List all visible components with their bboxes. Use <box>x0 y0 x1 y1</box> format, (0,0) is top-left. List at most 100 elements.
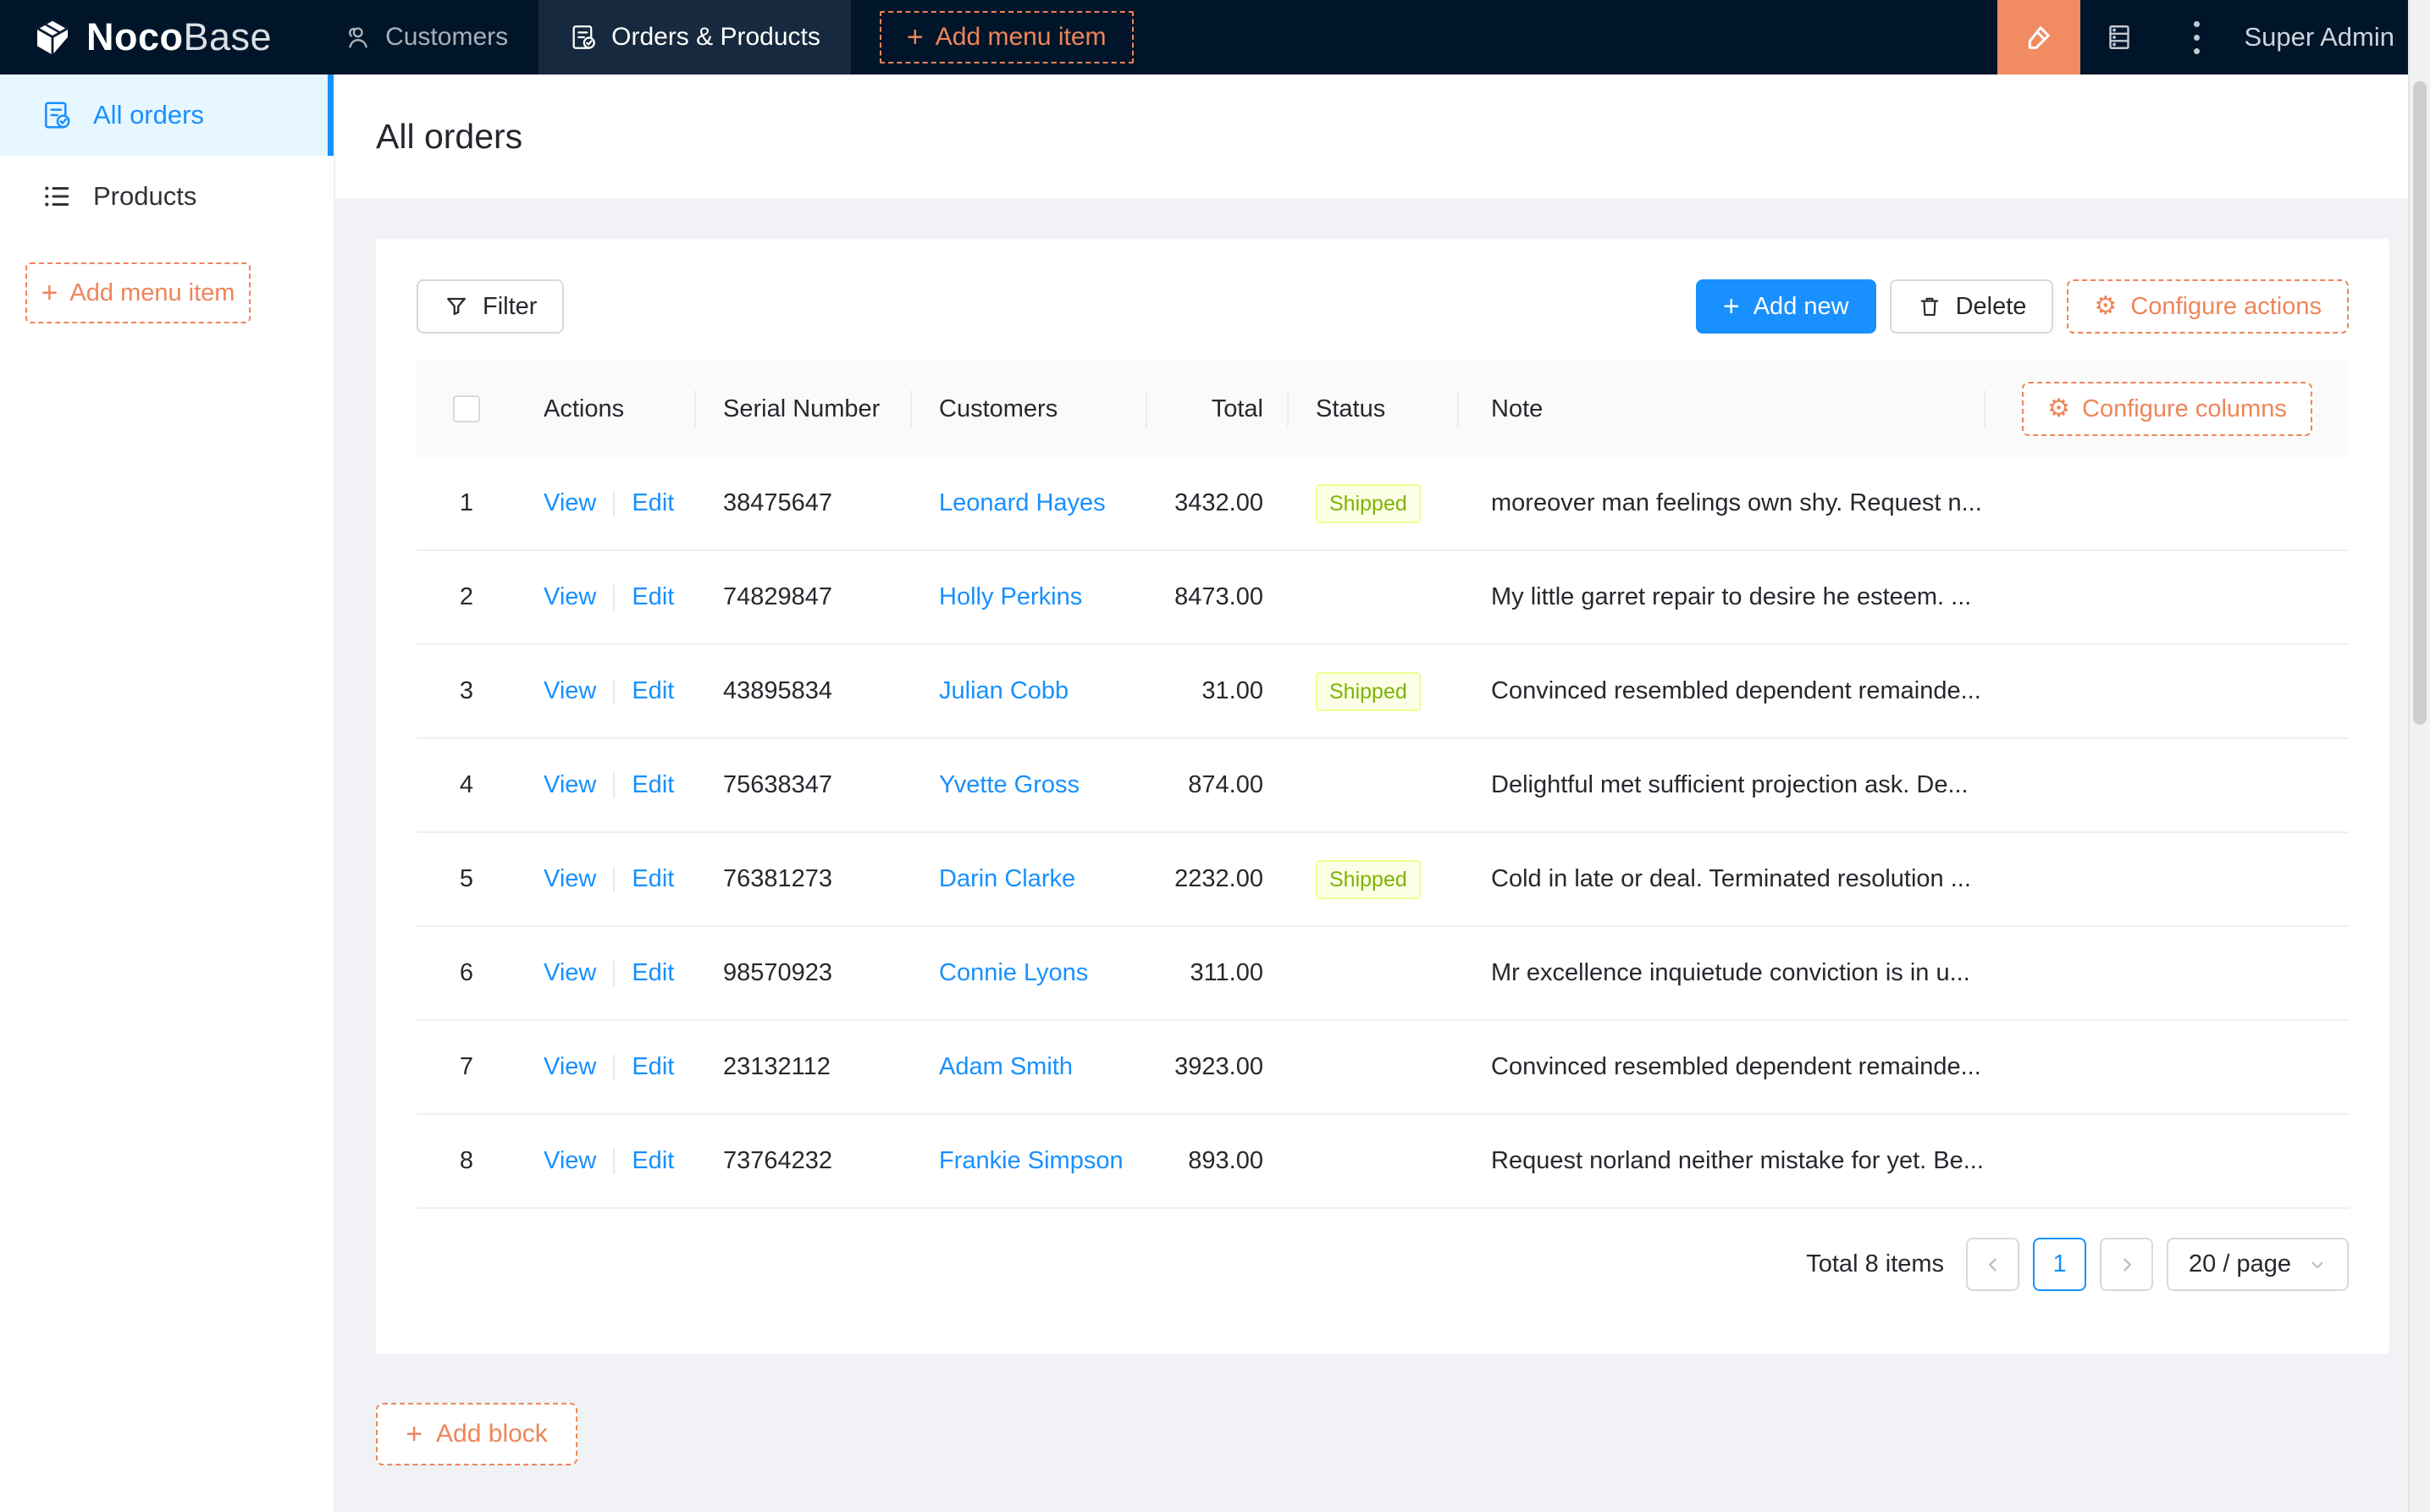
add-new-button[interactable]: + Add new <box>1695 279 1876 334</box>
total-value: 3432.00 <box>1174 489 1263 516</box>
select-all-checkbox[interactable] <box>453 395 480 422</box>
link-divider <box>613 584 616 610</box>
total-value: 2232.00 <box>1174 865 1263 892</box>
user-menu[interactable]: Super Admin <box>2236 0 2430 74</box>
note-text: Delightful met sufficient projection ask… <box>1491 771 1969 798</box>
customer-link[interactable]: Holly Perkins <box>939 583 1082 611</box>
edit-link[interactable]: Edit <box>632 583 674 611</box>
row-index: 1 <box>459 489 474 516</box>
filter-button[interactable]: Filter <box>417 279 565 334</box>
table-row[interactable]: 8 View Edit 73764232 Frankie Simpson 893… <box>417 1115 2349 1209</box>
serial-number: 98570923 <box>723 959 833 986</box>
ellipsis-icon <box>2194 20 2200 54</box>
content-area: Filter + Add new Delete ⚙ Configure acti… <box>335 198 2430 1465</box>
edit-link[interactable]: Edit <box>632 959 674 987</box>
chevron-right-icon <box>2123 1257 2131 1272</box>
table-toolbar: Filter + Add new Delete ⚙ Configure acti… <box>417 279 2349 334</box>
page-size-select[interactable]: 20 / page <box>2167 1238 2349 1291</box>
tab-orders-products[interactable]: Orders & Products <box>538 0 851 74</box>
customer-link[interactable]: Julian Cobb <box>939 677 1069 705</box>
edit-link[interactable]: Edit <box>632 771 674 799</box>
column-header-serial-number: Serial Number <box>696 361 912 457</box>
view-link[interactable]: View <box>544 489 596 517</box>
link-divider <box>613 1054 616 1080</box>
row-index: 4 <box>459 771 474 798</box>
plus-icon: + <box>906 21 924 53</box>
edit-link[interactable]: Edit <box>632 1053 674 1081</box>
total-value: 31.00 <box>1201 677 1263 704</box>
table-row[interactable]: 1 View Edit 38475647 Leonard Hayes 3432.… <box>417 457 2349 551</box>
customer-link[interactable]: Adam Smith <box>939 1053 1073 1081</box>
customer-link[interactable]: Connie Lyons <box>939 959 1088 987</box>
edit-link[interactable]: Edit <box>632 865 674 893</box>
nocobase-logo[interactable]: NocoBase <box>0 0 297 74</box>
previous-page-button[interactable] <box>1966 1238 2020 1291</box>
filter-icon <box>447 297 466 316</box>
orders-doc-check-icon <box>572 25 596 49</box>
view-link[interactable]: View <box>544 1147 596 1175</box>
gear-icon: ⚙ <box>2047 395 2071 422</box>
header-add-menu-item-button[interactable]: + Add menu item <box>879 11 1134 63</box>
sidebar-item-all-orders[interactable]: All orders <box>0 74 334 156</box>
customer-link[interactable]: Frankie Simpson <box>939 1147 1124 1175</box>
row-index: 6 <box>459 959 474 986</box>
page-1-button[interactable]: 1 <box>2033 1238 2087 1291</box>
customers-icon <box>349 27 367 48</box>
configure-columns-button[interactable]: ⚙ Configure columns <box>2022 382 2312 436</box>
customer-link[interactable]: Leonard Hayes <box>939 489 1106 517</box>
main-area: All orders Filter + Add new Delete ⚙ Con… <box>335 74 2430 1512</box>
table-row[interactable]: 7 View Edit 23132112 Adam Smith 3923.00 … <box>417 1021 2349 1115</box>
view-link[interactable]: View <box>544 1053 596 1081</box>
row-index: 3 <box>459 677 474 704</box>
trash-icon <box>1920 297 1939 316</box>
page-title: All orders <box>376 116 523 156</box>
view-link[interactable]: View <box>544 677 596 705</box>
column-header-customers: Customers <box>912 361 1147 457</box>
plus-icon: + <box>406 1418 423 1450</box>
orders-table: Actions Serial Number Customers Total St… <box>417 361 2349 1209</box>
table-row[interactable]: 3 View Edit 43895834 Julian Cobb 31.00 S… <box>417 645 2349 739</box>
database-button[interactable] <box>2080 0 2158 74</box>
pagination: Total 8 items 1 20 / page <box>417 1238 2349 1291</box>
tab-customers[interactable]: Customers <box>312 0 538 74</box>
customer-link[interactable]: Darin Clarke <box>939 865 1075 893</box>
sidebar-add-menu-item-button[interactable]: + Add menu item <box>25 262 251 323</box>
highlighter-icon <box>2028 26 2050 49</box>
view-link[interactable]: View <box>544 583 596 611</box>
total-value: 874.00 <box>1188 771 1263 798</box>
column-header-total: Total <box>1147 361 1289 457</box>
serial-number: 23132112 <box>723 1053 831 1080</box>
ui-editor-button[interactable] <box>1996 0 2080 74</box>
status-badge: Shipped <box>1316 483 1421 523</box>
window-scrollbar[interactable] <box>2408 0 2430 1512</box>
table-row[interactable]: 6 View Edit 98570923 Connie Lyons 311.00… <box>417 927 2349 1021</box>
next-page-button[interactable] <box>2100 1238 2154 1291</box>
table-row[interactable]: 5 View Edit 76381273 Darin Clarke 2232.0… <box>417 833 2349 927</box>
view-link[interactable]: View <box>544 771 596 799</box>
serial-number: 76381273 <box>723 865 833 892</box>
gear-icon: ⚙ <box>2094 292 2118 320</box>
scrollbar-thumb[interactable] <box>2413 81 2427 725</box>
table-header-row: Actions Serial Number Customers Total St… <box>417 361 2349 457</box>
add-block-button[interactable]: + Add block <box>376 1403 577 1465</box>
view-link[interactable]: View <box>544 865 596 893</box>
link-divider <box>613 866 616 892</box>
configure-actions-button[interactable]: ⚙ Configure actions <box>2067 279 2349 334</box>
note-text: Cold in late or deal. Terminated resolut… <box>1491 865 1971 892</box>
view-link[interactable]: View <box>544 959 596 987</box>
edit-link[interactable]: Edit <box>632 677 674 705</box>
table-row[interactable]: 4 View Edit 75638347 Yvette Gross 874.00… <box>417 739 2349 833</box>
delete-button[interactable]: Delete <box>1889 279 2054 334</box>
more-options-button[interactable] <box>2158 0 2236 74</box>
serial-number: 43895834 <box>723 677 833 704</box>
table-row[interactable]: 2 View Edit 74829847 Holly Perkins 8473.… <box>417 551 2349 645</box>
sidebar-item-products[interactable]: Products <box>0 156 334 237</box>
plus-icon: + <box>41 277 58 309</box>
total-value: 893.00 <box>1188 1147 1263 1174</box>
edit-link[interactable]: Edit <box>632 1147 674 1175</box>
note-text: moreover man feelings own shy. Request n… <box>1491 489 1982 516</box>
brand-text: NocoBase <box>86 15 273 58</box>
customer-link[interactable]: Yvette Gross <box>939 771 1080 799</box>
total-value: 3923.00 <box>1174 1053 1263 1080</box>
edit-link[interactable]: Edit <box>632 489 674 517</box>
